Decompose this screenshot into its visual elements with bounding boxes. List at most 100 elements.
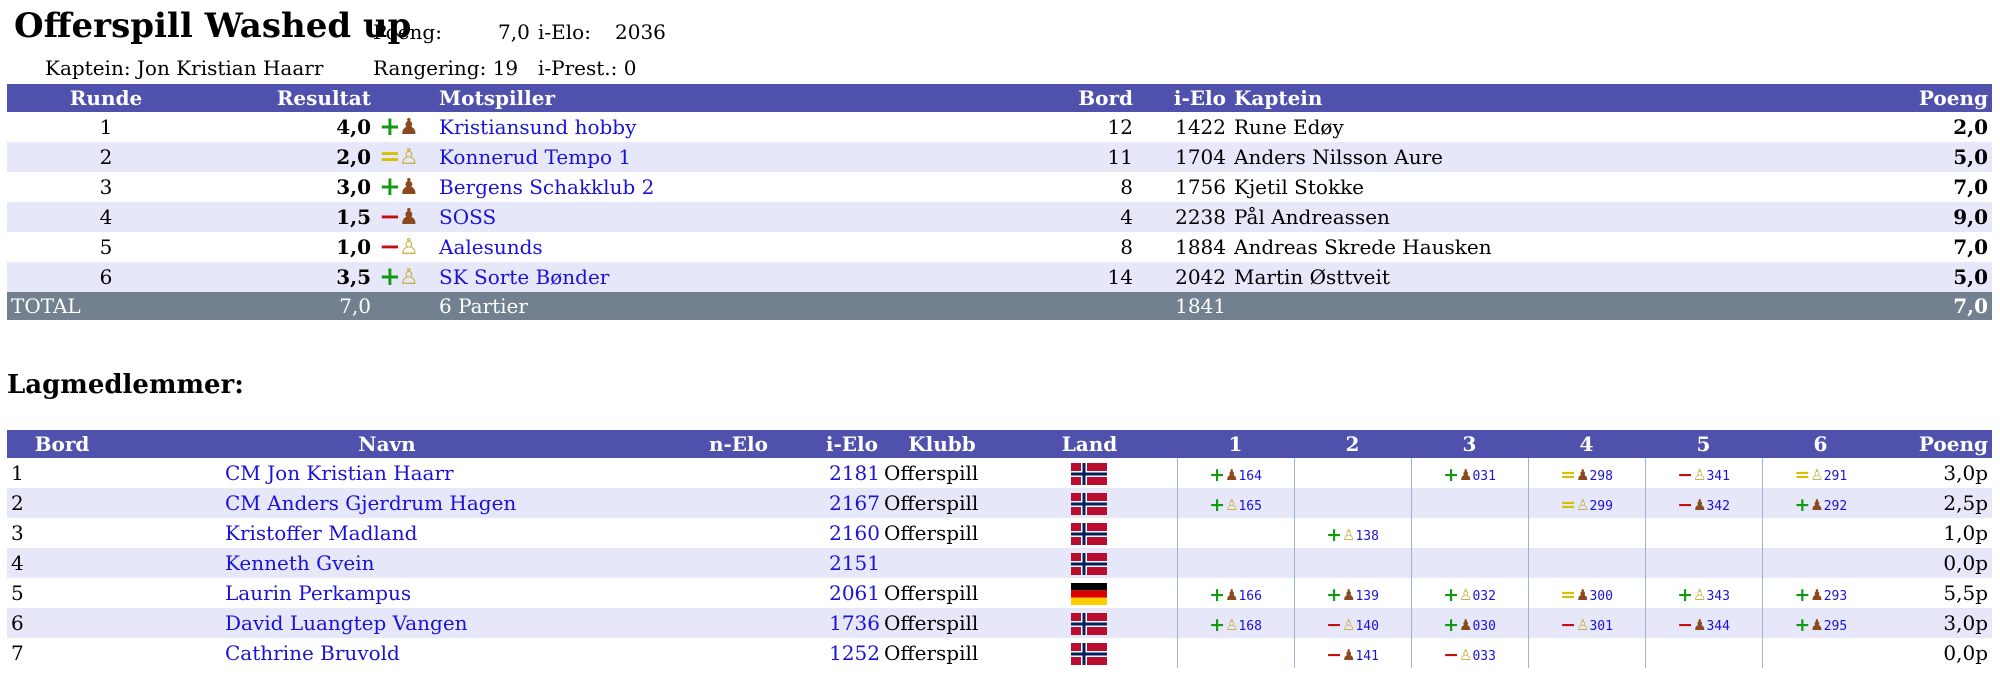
member-row: 2 CM Anders Gjerdrum Hagen 2167 Offerspill +…	[7, 488, 1992, 518]
member-game-cell: =♙299	[1527, 488, 1645, 518]
member-game-cell: +♟139	[1293, 578, 1411, 608]
round-board: 4	[1055, 202, 1137, 232]
opponent-link[interactable]: Bergens Schakklub 2	[439, 175, 654, 199]
game-link[interactable]: 300	[1589, 589, 1612, 604]
round-ielo: 2238	[1137, 202, 1230, 232]
game-link[interactable]: 298	[1589, 469, 1612, 484]
game-link[interactable]: 140	[1355, 619, 1378, 634]
game-link[interactable]: 341	[1706, 469, 1729, 484]
game-link[interactable]: 292	[1824, 499, 1847, 514]
member-row: 4 Kenneth Gvein 2151 0,0p	[7, 548, 1992, 578]
member-name-link[interactable]: CM Anders Gjerdrum Hagen	[225, 491, 516, 515]
member-ielo-link[interactable]: 2167	[829, 491, 880, 515]
game-result-symbol: +	[1209, 493, 1225, 516]
member-board: 6	[7, 608, 117, 638]
member-name-link[interactable]: CM Jon Kristian Haarr	[225, 461, 454, 485]
member-game-cell-empty	[1761, 548, 1879, 578]
member-name-link[interactable]: Cathrine Bruvold	[225, 641, 400, 665]
pawn-icon: ♙	[1575, 495, 1590, 514]
pawn-icon: ♙	[1458, 645, 1473, 664]
total-score: 7,0	[205, 292, 375, 320]
game-link[interactable]: 166	[1238, 589, 1261, 604]
game-result-symbol: +	[1209, 613, 1225, 636]
member-game-cell-empty	[1293, 488, 1411, 518]
member-game-cell-empty	[1761, 638, 1879, 668]
pawn-icon: ♙	[1575, 615, 1590, 634]
round-result-cell: =♙	[375, 142, 435, 172]
member-game-cell: −♟141	[1293, 638, 1411, 668]
member-board: 2	[7, 488, 117, 518]
member-row: 6 David Luangtep Vangen 1736 Offerspill +♙16…	[7, 608, 1992, 638]
game-link[interactable]: 031	[1472, 469, 1495, 484]
member-country	[1002, 548, 1177, 578]
game-link[interactable]: 165	[1238, 499, 1261, 514]
member-game-cell-empty	[1527, 518, 1645, 548]
game-link[interactable]: 033	[1472, 649, 1495, 664]
game-link[interactable]: 299	[1589, 499, 1612, 514]
member-game-cell: +♟164	[1176, 458, 1294, 488]
opponent-link[interactable]: SOSS	[439, 205, 496, 229]
round-result-cell: +♙	[375, 262, 435, 292]
game-link[interactable]: 168	[1238, 619, 1261, 634]
pawn-icon: ♟	[1810, 495, 1824, 514]
member-game-cell: =♙291	[1761, 458, 1879, 488]
member-ielo-link[interactable]: 1252	[829, 641, 880, 665]
game-link[interactable]: 139	[1355, 589, 1378, 604]
member-club: Offerspill	[884, 521, 979, 545]
game-link[interactable]: 138	[1355, 529, 1378, 544]
game-link[interactable]: 032	[1472, 589, 1495, 604]
member-name-link[interactable]: Laurin Perkampus	[225, 581, 411, 605]
col-m-navn: Navn	[117, 430, 657, 458]
col-m-klubb: Klubb	[882, 430, 1002, 458]
member-game-cell: −♟344	[1644, 608, 1762, 638]
member-ielo-link[interactable]: 2160	[829, 521, 880, 545]
ielo-value: 2036	[615, 20, 666, 44]
round-number: 2	[7, 142, 205, 172]
game-link[interactable]: 141	[1355, 649, 1378, 664]
pawn-icon: ♟	[399, 205, 419, 230]
member-country	[1002, 608, 1177, 638]
game-link[interactable]: 293	[1824, 589, 1847, 604]
member-ielo-link[interactable]: 2061	[829, 581, 880, 605]
game-link[interactable]: 291	[1824, 469, 1847, 484]
game-result-symbol: −	[1326, 613, 1342, 636]
game-link[interactable]: 030	[1472, 619, 1495, 634]
opponent-link[interactable]: Aalesunds	[439, 235, 543, 259]
member-game-cell-empty	[1176, 548, 1294, 578]
pawn-icon: ♙	[1458, 585, 1473, 604]
opponent-link[interactable]: Konnerud Tempo 1	[439, 145, 631, 169]
pawn-icon: ♙	[399, 145, 419, 170]
members-section-title: Lagmedlemmer:	[7, 370, 244, 400]
game-link[interactable]: 301	[1589, 619, 1612, 634]
pawn-icon: ♟	[1575, 465, 1590, 484]
game-result-symbol: +	[1443, 583, 1459, 606]
pawn-icon: ♟	[1224, 585, 1239, 604]
member-country	[1002, 638, 1177, 668]
member-ielo-link[interactable]: 1736	[829, 611, 880, 635]
col-m-land: Land	[1002, 430, 1177, 458]
opponent-link[interactable]: Kristiansund hobby	[439, 115, 636, 139]
member-ielo-link[interactable]: 2181	[829, 461, 880, 485]
game-link[interactable]: 343	[1706, 589, 1729, 604]
round-row: 3 3,0 +♟ Bergens Schakklub 2 8 1756 Kjetil Sto…	[7, 172, 1992, 202]
member-game-cell-empty	[1410, 548, 1528, 578]
game-result-symbol: +	[1677, 583, 1693, 606]
opponent-link[interactable]: SK Sorte Bønder	[439, 265, 609, 289]
poeng-label: Poeng:	[373, 20, 442, 44]
game-link[interactable]: 342	[1706, 499, 1729, 514]
member-nelo	[657, 458, 772, 488]
game-link[interactable]: 164	[1238, 469, 1261, 484]
game-link[interactable]: 295	[1824, 619, 1847, 634]
game-link[interactable]: 344	[1706, 619, 1729, 634]
member-name-link[interactable]: David Luangtep Vangen	[225, 611, 468, 635]
member-name-link[interactable]: Kristoffer Madland	[225, 521, 417, 545]
member-name-link[interactable]: Kenneth Gvein	[225, 551, 375, 575]
game-result-symbol: +	[1794, 583, 1811, 606]
col-m-r1: 1	[1177, 430, 1294, 458]
member-ielo-link[interactable]: 2151	[829, 551, 880, 575]
game-result-symbol: −	[1326, 643, 1342, 666]
member-club: Offerspill	[884, 641, 979, 665]
total-ielo: 1841	[1137, 292, 1230, 320]
result-symbol: −	[379, 202, 401, 232]
round-captain: Rune Edøy	[1234, 115, 1344, 139]
